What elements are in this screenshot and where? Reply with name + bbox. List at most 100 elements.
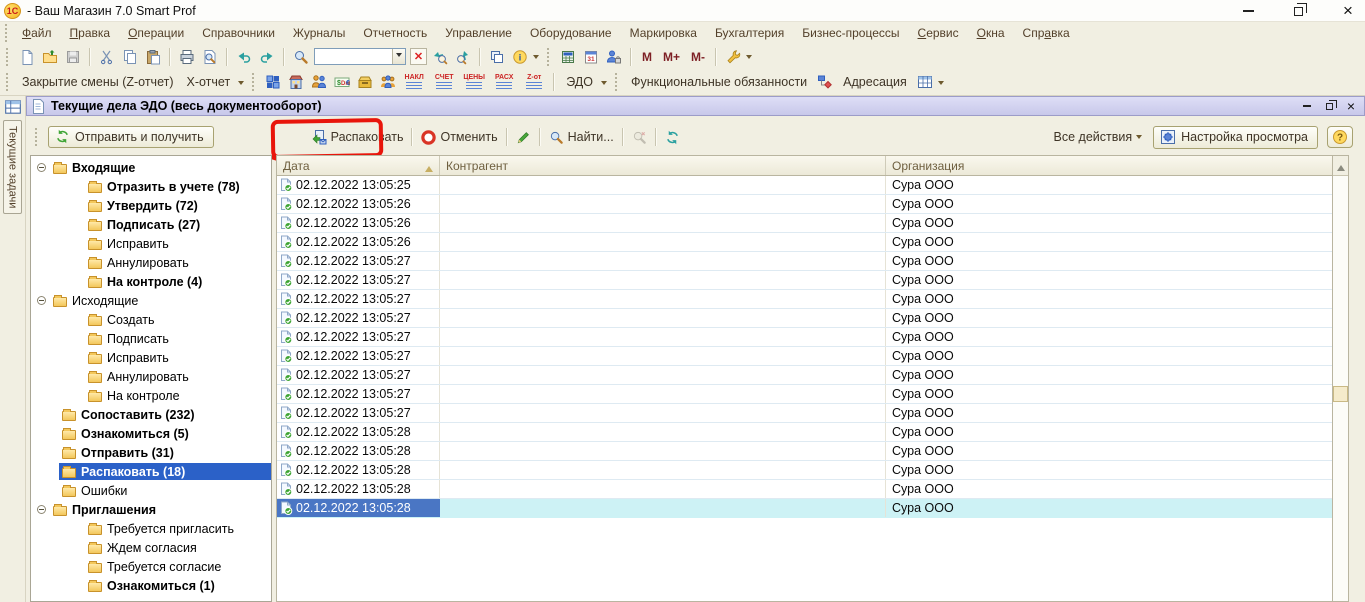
tree-item[interactable]: Ждем согласия <box>31 538 271 557</box>
column-header-date[interactable]: Дата <box>277 156 440 175</box>
send-receive-button[interactable]: Отправить и получить <box>48 126 214 148</box>
close-shift-button[interactable]: Закрытие смены (Z-отчет) <box>17 73 179 91</box>
tree-collapse-icon[interactable] <box>37 296 46 305</box>
new-document-button[interactable] <box>17 47 37 67</box>
tree-item[interactable]: Исходящие <box>31 291 271 310</box>
menu-item-Справка[interactable]: Справка <box>1014 23 1079 43</box>
user-permissions-button[interactable] <box>604 47 624 67</box>
table-row[interactable]: 02.12.2022 13:05:28Сура ООО <box>277 423 1332 442</box>
chevron-down-icon[interactable] <box>601 81 607 88</box>
menu-item-Оборудование[interactable]: Оборудование <box>521 23 621 43</box>
menu-item-Окна[interactable]: Окна <box>968 23 1014 43</box>
x-report-button[interactable]: Х-отчет <box>182 73 236 91</box>
refresh-button[interactable] <box>665 130 680 145</box>
table-row[interactable]: 02.12.2022 13:05:25Сура ООО <box>277 176 1332 195</box>
vertical-scrollbar[interactable] <box>1332 155 1349 602</box>
find-button[interactable] <box>291 47 311 67</box>
close-button[interactable]: × <box>1339 3 1357 19</box>
tree-item[interactable]: Отразить в учете (78) <box>31 177 271 196</box>
doc-shortcut-Z-от[interactable]: Z-от <box>521 74 547 90</box>
table-row[interactable]: 02.12.2022 13:05:27Сура ООО <box>277 385 1332 404</box>
help-button[interactable]: ? <box>1327 126 1353 148</box>
window-close-button[interactable]: × <box>1344 99 1358 113</box>
print-preview-button[interactable] <box>200 47 220 67</box>
scrollbar-thumb[interactable] <box>1333 386 1348 402</box>
table-row[interactable]: 02.12.2022 13:05:27Сура ООО <box>277 328 1332 347</box>
undo-button[interactable] <box>234 47 254 67</box>
clear-find-button[interactable] <box>632 130 647 145</box>
addressing-icon-button[interactable] <box>915 72 935 92</box>
menu-item-Сервис[interactable]: Сервис <box>909 23 968 43</box>
doc-shortcut-РАСХ[interactable]: РАСХ <box>491 74 517 90</box>
tree-item[interactable]: Требуется согласие <box>31 557 271 576</box>
menu-item-Управление[interactable]: Управление <box>436 23 521 43</box>
table-row[interactable]: 02.12.2022 13:05:27Сура ООО <box>277 404 1332 423</box>
window-minimize-button[interactable] <box>1300 99 1314 113</box>
staff-button[interactable] <box>378 72 398 92</box>
table-row[interactable]: 02.12.2022 13:05:27Сура ООО <box>277 271 1332 290</box>
info-button[interactable]: i <box>510 47 530 67</box>
memory-subtract-button[interactable]: M- <box>687 50 709 64</box>
table-row[interactable]: 02.12.2022 13:05:27Сура ООО <box>277 347 1332 366</box>
copy-windows-button[interactable] <box>487 47 507 67</box>
table-row[interactable]: 02.12.2022 13:05:26Сура ООО <box>277 233 1332 252</box>
menu-item-Справочники[interactable]: Справочники <box>193 23 284 43</box>
table-row[interactable]: 02.12.2022 13:05:28Сура ООО <box>277 442 1332 461</box>
tree-item[interactable]: Входящие <box>31 158 271 177</box>
column-header-organization[interactable]: Организация <box>886 156 1332 175</box>
calendar-button[interactable]: 31 <box>581 47 601 67</box>
tree-item[interactable]: Ознакомиться (1) <box>31 576 271 595</box>
partners-button[interactable] <box>309 72 329 92</box>
memory-recall-button[interactable]: M <box>638 50 656 64</box>
doc-shortcut-СЧЕТ[interactable]: СЧЕТ <box>431 74 457 90</box>
menu-item-Бизнес-процессы[interactable]: Бизнес-процессы <box>793 23 908 43</box>
redo-button[interactable] <box>257 47 277 67</box>
tree-item[interactable]: Сопоставить (232) <box>31 405 271 424</box>
zoom-out-button[interactable] <box>453 47 473 67</box>
window-restore-button[interactable] <box>1322 99 1336 113</box>
cut-button[interactable] <box>97 47 117 67</box>
tree-item[interactable]: Требуется пригласить <box>31 519 271 538</box>
table-row[interactable]: 02.12.2022 13:05:27Сура ООО <box>277 366 1332 385</box>
structure-button[interactable] <box>263 72 283 92</box>
menu-item-Отчетность[interactable]: Отчетность <box>354 23 436 43</box>
tab-current-tasks[interactable]: Текущие задачи <box>3 120 22 214</box>
table-row[interactable]: 02.12.2022 13:05:26Сура ООО <box>277 195 1332 214</box>
view-settings-button[interactable]: Настройка просмотра <box>1153 126 1318 149</box>
tree-item[interactable]: Аннулировать <box>31 367 271 386</box>
edo-button[interactable]: ЭДО <box>561 73 598 91</box>
doc-shortcut-НАКЛ[interactable]: НАКЛ <box>401 74 427 90</box>
addressing-button[interactable]: Адресация <box>838 73 912 91</box>
tree-item[interactable]: Отправить (31) <box>31 443 271 462</box>
tree-item[interactable]: Исправить <box>31 234 271 253</box>
doc-shortcut-ЦЕНЫ[interactable]: ЦЕНЫ <box>461 74 487 90</box>
unpack-button[interactable]: Распаковать <box>311 129 404 145</box>
copy-button[interactable] <box>120 47 140 67</box>
tree-item[interactable]: Ознакомиться (5) <box>31 424 271 443</box>
chevron-down-icon[interactable] <box>533 55 539 62</box>
edit-button[interactable] <box>516 130 531 145</box>
tree-item[interactable]: Аннулировать <box>31 253 271 272</box>
current-tasks-panel-icon[interactable] <box>4 98 22 116</box>
service-settings-button[interactable] <box>723 47 743 67</box>
menu-item-Файл[interactable]: Файл <box>13 23 61 43</box>
menu-item-Маркировка[interactable]: Маркировка <box>621 23 706 43</box>
open-button[interactable] <box>40 47 60 67</box>
menu-item-Правка[interactable]: Правка <box>61 23 120 43</box>
tree-collapse-icon[interactable] <box>37 163 46 172</box>
table-row[interactable]: 02.12.2022 13:05:28Сура ООО <box>277 480 1332 499</box>
tree-item[interactable]: Подписать <box>31 329 271 348</box>
tree-item[interactable]: Исправить <box>31 348 271 367</box>
tree-item[interactable]: Ошибки <box>31 481 271 500</box>
quick-search-combobox[interactable] <box>314 48 406 65</box>
table-row[interactable]: 02.12.2022 13:05:28Сура ООО <box>277 499 1332 518</box>
memory-add-button[interactable]: M+ <box>659 50 684 64</box>
minimize-button[interactable] <box>1239 3 1257 19</box>
table-row[interactable]: 02.12.2022 13:05:28Сура ООО <box>277 461 1332 480</box>
table-row[interactable]: 02.12.2022 13:05:27Сура ООО <box>277 290 1332 309</box>
quick-search-input[interactable] <box>315 49 392 64</box>
chevron-down-icon[interactable] <box>938 81 944 88</box>
print-button[interactable] <box>177 47 197 67</box>
tree-item[interactable]: На контроле (4) <box>31 272 271 291</box>
table-row[interactable]: 02.12.2022 13:05:27Сура ООО <box>277 309 1332 328</box>
